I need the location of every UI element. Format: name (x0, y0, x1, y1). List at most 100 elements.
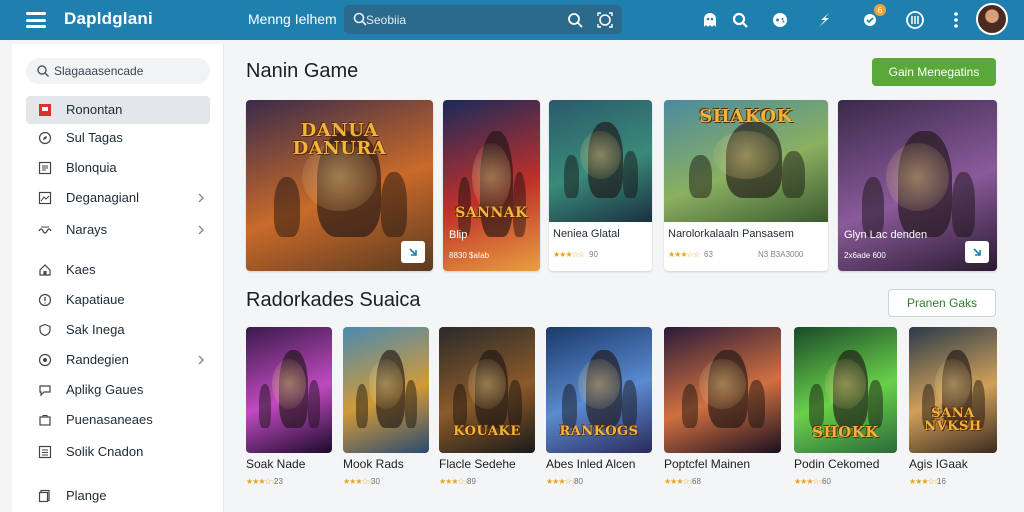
sidebar-item-deganagianl[interactable]: Deganagianl (26, 184, 210, 212)
sidebar-item-label: Randegien (66, 352, 129, 367)
art-glow (935, 358, 971, 409)
game-artwork: SANNAK (443, 100, 540, 271)
download-icon (409, 248, 417, 256)
recommended-game-card[interactable]: SHOKK Podin Cekomed ★★★☆☆ 60 (794, 327, 897, 489)
art-glow (579, 130, 622, 180)
bolt-icon[interactable] (812, 8, 836, 32)
sidebar-item-sak-inega[interactable]: Sak Inega (26, 316, 210, 344)
star-rating: ★★★☆☆ (343, 477, 375, 486)
search-bar (344, 5, 622, 34)
main-games-button[interactable]: Gain Menegatins (872, 58, 996, 86)
support-icon[interactable] (903, 8, 927, 32)
recommended-button[interactable]: Pranen Gaks (888, 289, 996, 317)
character-figure (868, 379, 883, 428)
recommended-game-card[interactable]: SANA NVKSH Agis IGaak ★★★☆☆ 16 (909, 327, 997, 489)
game-logo: DANUA DANURA (292, 120, 387, 159)
notification-icon[interactable]: 6 (858, 4, 886, 32)
art-glow (577, 358, 621, 409)
recommended-game-card[interactable]: KOUAKE Flacle Sedehe ★★★☆☆ 89 (439, 327, 535, 489)
recommended-game-card[interactable]: RANKOGS Abes Inled Alcen ★★★☆☆ 80 (546, 327, 652, 489)
star-rating: ★★★☆☆ (553, 250, 585, 259)
art-glow (271, 358, 307, 409)
search-input[interactable] (366, 10, 556, 29)
controller-icon[interactable] (768, 8, 792, 32)
star-rating: ★★★☆☆ (439, 477, 471, 486)
game-logo: RANKOGS (559, 424, 639, 439)
bag-icon (39, 415, 51, 426)
character-figure (623, 151, 638, 198)
user-avatar[interactable] (976, 3, 1008, 35)
wave-icon (38, 226, 52, 234)
sidebar-item-label: Narays (66, 222, 108, 237)
character-figure (561, 383, 577, 428)
sidebar: Ronontan Sul Tagas Blonquia Deganagianl Nara… (12, 44, 224, 512)
sidebar-item-kaes[interactable]: Kaes (26, 256, 210, 284)
game-artwork: SANA NVKSH (909, 327, 997, 453)
sidebar-item-narays[interactable]: Narays (26, 216, 210, 244)
character-figure (380, 171, 407, 237)
character-figure (404, 379, 417, 428)
chevron-right-icon (198, 225, 204, 235)
game-card[interactable]: Neniea Glatal ★★★☆☆ 90 (549, 100, 652, 271)
sidebar-item-label: Sak Inega (66, 322, 125, 337)
sidebar-item-label: Puenasaneaes (66, 412, 153, 427)
rating-count: 90 (589, 250, 598, 259)
character-figure (564, 154, 579, 198)
sidebar-item-label: Deganagianl (66, 190, 140, 205)
sidebar-item-label: Blonquia (66, 160, 117, 175)
info-icon (38, 293, 52, 307)
star-rating: ★★★☆☆ (668, 250, 700, 259)
sidebar-item-puenasaneaes[interactable]: Puenasaneaes (26, 406, 210, 434)
sidebar-item-label: Kapatiaue (66, 292, 125, 307)
sidebar-item-blonquia[interactable]: Blonquia (26, 154, 210, 182)
nav-link[interactable]: Menng Ielhem (248, 11, 337, 27)
search-submit-icon[interactable] (566, 11, 584, 29)
sidebar-item-label: Plange (66, 488, 107, 503)
rating-count: 23 (274, 477, 283, 486)
menu-icon[interactable] (26, 10, 46, 30)
character-figure (274, 176, 301, 237)
recommended-game-card[interactable]: Poptcfel Mainen ★★★☆☆ 68 (664, 327, 781, 489)
copy-icon (38, 489, 50, 503)
sidebar-item-randegien[interactable]: Randegien (26, 346, 210, 374)
game-card[interactable]: SANNAK Blip 8830 $aIab (443, 100, 540, 271)
game-artwork (246, 327, 332, 453)
sidebar-item-aplikg-gaues[interactable]: Aplikg Gaues (26, 376, 210, 404)
game-card[interactable]: SHAKOK Narolorkalaaln Pansasem ★★★☆☆ 63 N3 B… (664, 100, 828, 271)
character-figure (622, 379, 638, 428)
sidebar-item-sul-tagas[interactable]: Sul Tagas (26, 124, 210, 152)
sidebar-item-plange[interactable]: Plange (26, 482, 210, 510)
game-card[interactable]: Glyn Lac denden 2x6ade 600 (838, 100, 997, 271)
shield-icon (39, 323, 51, 337)
sidebar-item-kapatiaue[interactable]: Kapatiaue (26, 286, 210, 314)
search-icon (37, 65, 49, 77)
sidebar-item-solik-cnadon[interactable]: Solik Cnadon (26, 438, 210, 466)
star-rating: ★★★☆☆ (664, 477, 696, 486)
chevron-right-icon (198, 355, 204, 365)
star-rating: ★★★☆☆ (909, 477, 941, 486)
recommended-game-card[interactable]: Soak Nade ★★★☆☆ 23 (246, 327, 332, 489)
chat-icon (39, 385, 51, 397)
game-logo: SHOKK (812, 423, 879, 441)
search-alt-icon[interactable] (728, 8, 752, 32)
game-subtitle: 8830 $aIab (449, 251, 490, 260)
more-icon[interactable] (944, 8, 968, 32)
download-button[interactable] (401, 241, 425, 263)
game-logo: KOUAKE (453, 424, 521, 439)
rating-count: 68 (692, 477, 701, 486)
ghost-icon[interactable] (698, 8, 722, 32)
scan-icon[interactable] (596, 11, 614, 29)
art-glow (368, 358, 404, 409)
game-name: Blip (449, 229, 468, 241)
game-artwork: KOUAKE (439, 327, 535, 453)
game-card[interactable]: DANUA DANURA (246, 100, 433, 271)
brand-logo[interactable]: Dapldglani (64, 9, 153, 29)
game-name: Abes Inled Alcen (546, 457, 636, 471)
sidebar-item-ronontan[interactable]: Ronontan (26, 96, 210, 124)
sidebar-search-input[interactable] (54, 62, 204, 80)
recommended-game-card[interactable]: Mook Rads ★★★☆☆ 30 (343, 327, 429, 489)
game-artwork (343, 327, 429, 453)
download-button[interactable] (965, 241, 989, 263)
rating-count: 89 (467, 477, 476, 486)
game-name: Mook Rads (343, 457, 404, 471)
